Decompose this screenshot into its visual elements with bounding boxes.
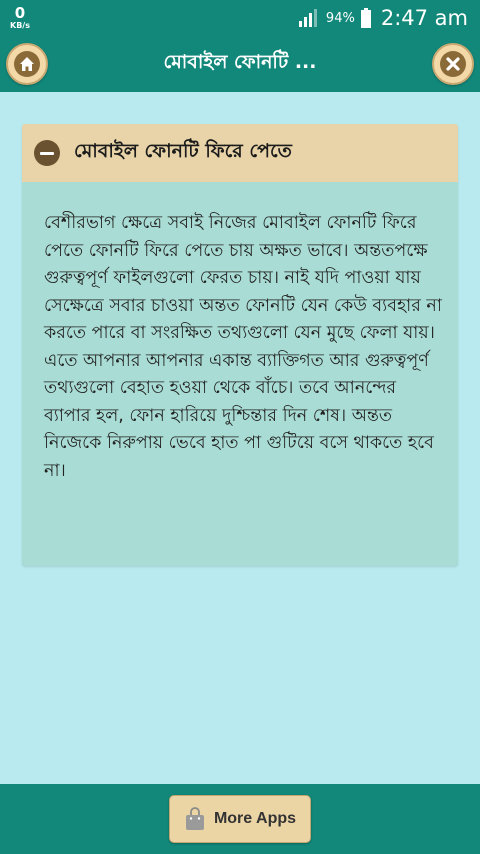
shopping-bag-icon <box>185 807 204 830</box>
status-indicators: 94% 2:47 am <box>298 6 468 30</box>
signal-icon <box>298 9 317 27</box>
network-speed-unit: KB/s <box>10 21 30 30</box>
close-button[interactable] <box>432 43 474 85</box>
battery-percentage: 94% <box>325 10 355 26</box>
home-button[interactable] <box>6 43 48 85</box>
card-title: মোবাইল ফোনটি ফিরে পেতে <box>74 140 292 162</box>
close-icon <box>440 51 466 77</box>
collapse-minus-icon[interactable] <box>34 140 60 166</box>
network-speed-value: 0 <box>14 4 26 22</box>
more-apps-label: More Apps <box>213 810 297 827</box>
card-header[interactable]: মোবাইল ফোনটি ফিরে পেতে <box>22 124 458 182</box>
content-card: মোবাইল ফোনটি ফিরে পেতে বেশীরভাগ ক্ষেত্রে… <box>22 124 458 566</box>
card-body-text: বেশীরভাগ ক্ষেত্রে সবাই নিজের মোবাইল ফোনট… <box>44 213 442 481</box>
clock: 2:47 am <box>380 6 468 30</box>
more-apps-button[interactable]: More Apps <box>169 795 311 843</box>
bottom-bar: More Apps <box>0 784 480 854</box>
home-icon <box>14 51 40 77</box>
page-title: মোবাইল ফোনটি ... <box>163 51 317 73</box>
app-bar: মোবাইল ফোনটি ... <box>0 36 480 92</box>
battery-icon <box>360 8 371 28</box>
status-bar: 0 KB/s 94% 2:47 am <box>0 0 480 36</box>
network-speed: 0 KB/s <box>10 6 30 30</box>
